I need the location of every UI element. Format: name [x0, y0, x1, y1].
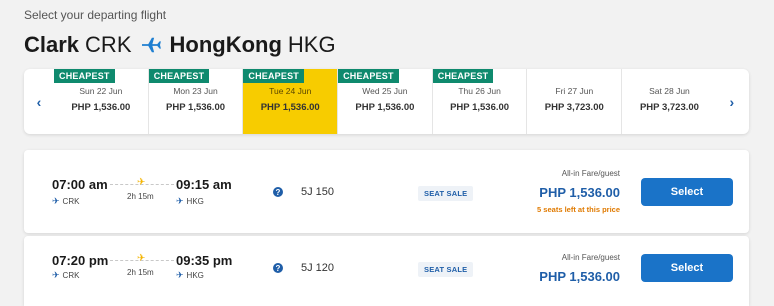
- fare-label: All-in Fare/guest: [561, 253, 620, 262]
- arrive-code: HKG: [186, 197, 204, 206]
- date-price: PHP 1,536.00: [450, 102, 510, 113]
- date-price: PHP 1,536.00: [260, 102, 320, 113]
- arrive-airport: ✈ HKG: [176, 196, 204, 207]
- flight-duration: 2h 15m: [127, 192, 154, 201]
- arrive-time: 09:35 pm: [176, 253, 233, 268]
- cheapest-tag: CHEAPEST: [148, 69, 210, 83]
- arrive-time: 09:15 am: [176, 177, 232, 192]
- date-label: Fri 27 Jun: [555, 86, 594, 96]
- departure-icon: ✈: [52, 270, 60, 280]
- page-label: Select your departing flight: [24, 8, 167, 22]
- origin-city: Clark: [24, 32, 80, 57]
- depart-code: CRK: [62, 271, 80, 280]
- arrival-icon: ✈: [176, 270, 184, 280]
- arrive-airport: ✈ HKG: [176, 270, 204, 281]
- depart-airport: ✈ CRK: [52, 270, 79, 281]
- cheapest-tag: CHEAPEST: [54, 69, 115, 83]
- departure-icon: ✈: [52, 196, 60, 206]
- destination-code: HKG: [287, 32, 336, 57]
- info-icon[interactable]: ?: [273, 263, 283, 273]
- airplane-icon: ✈: [137, 177, 146, 188]
- date-price: PHP 1,536.00: [166, 102, 226, 113]
- fare-price: PHP 1,536.00: [539, 269, 620, 284]
- select-button[interactable]: Select: [641, 178, 733, 206]
- date-price: PHP 3,723.00: [639, 102, 699, 113]
- seat-sale-badge: SEAT SALE: [418, 262, 474, 277]
- flight-number: 5J 120: [301, 262, 335, 274]
- date-cell-fri-27[interactable]: Fri 27 Jun PHP 3,723.00: [527, 69, 623, 134]
- airplane-icon: [140, 36, 162, 54]
- flight-card: 07:20 pm ✈ CRK ✈ 2h 15m 09:35 pm ✈ HKG ?…: [24, 236, 749, 306]
- flight-card: 07:00 am ✈ CRK ✈ 2h 15m 09:15 am ✈ HKG ?…: [24, 150, 749, 233]
- route-title: Clark CRK HongKong HKG: [24, 32, 336, 58]
- date-price: PHP 1,536.00: [355, 102, 415, 113]
- date-cell-mon-23[interactable]: CHEAPEST Mon 23 Jun PHP 1,536.00: [148, 69, 244, 134]
- date-label: Thu 26 Jun: [458, 86, 501, 96]
- date-label: Tue 24 Jun: [269, 86, 312, 96]
- fare-price: PHP 1,536.00: [539, 185, 620, 200]
- cheapest-tag: CHEAPEST: [432, 69, 494, 83]
- depart-time: 07:00 am: [52, 177, 108, 192]
- info-icon[interactable]: ?: [273, 187, 283, 197]
- select-button[interactable]: Select: [641, 254, 733, 282]
- date-cell-wed-25[interactable]: CHEAPEST Wed 25 Jun PHP 1,536.00: [338, 69, 433, 134]
- arrive-code: HKG: [186, 271, 204, 280]
- airplane-icon: ✈: [137, 253, 146, 264]
- fare-label: All-in Fare/guest: [561, 169, 620, 178]
- flight-number: 5J 150: [301, 186, 335, 198]
- date-label: Mon 23 Jun: [173, 86, 218, 96]
- date-cell-tue-24[interactable]: CHEAPEST Tue 24 Jun PHP 1,536.00: [243, 69, 339, 134]
- cheapest-tag: CHEAPEST: [338, 69, 399, 83]
- date-label: Sat 28 Jun: [649, 86, 690, 96]
- depart-airport: ✈ CRK: [52, 196, 79, 207]
- cheapest-tag: CHEAPEST: [243, 69, 304, 83]
- depart-code: CRK: [62, 197, 80, 206]
- date-label: Wed 25 Jun: [362, 86, 408, 96]
- flight-duration: 2h 15m: [127, 268, 154, 277]
- arrival-icon: ✈: [176, 196, 184, 206]
- date-cell-sat-28[interactable]: Sat 28 Jun PHP 3,723.00: [622, 69, 717, 134]
- date-price: PHP 3,723.00: [544, 102, 604, 113]
- depart-time: 07:20 pm: [52, 253, 109, 268]
- date-strip: ‹ CHEAPEST Sun 22 Jun PHP 1,536.00 CHEAP…: [24, 69, 749, 134]
- origin-code: CRK: [85, 32, 132, 57]
- date-cell-sun-22[interactable]: CHEAPEST Sun 22 Jun PHP 1,536.00: [54, 69, 149, 134]
- date-price: PHP 1,536.00: [71, 102, 131, 113]
- chevron-right-icon[interactable]: ›: [717, 69, 747, 134]
- seats-left: 5 seats left at this price: [537, 205, 620, 214]
- seat-sale-badge: SEAT SALE: [418, 186, 474, 201]
- destination-city: HongKong: [169, 32, 282, 57]
- chevron-left-icon[interactable]: ‹: [24, 69, 54, 134]
- date-cell-thu-26[interactable]: CHEAPEST Thu 26 Jun PHP 1,536.00: [432, 69, 528, 134]
- date-label: Sun 22 Jun: [79, 86, 123, 96]
